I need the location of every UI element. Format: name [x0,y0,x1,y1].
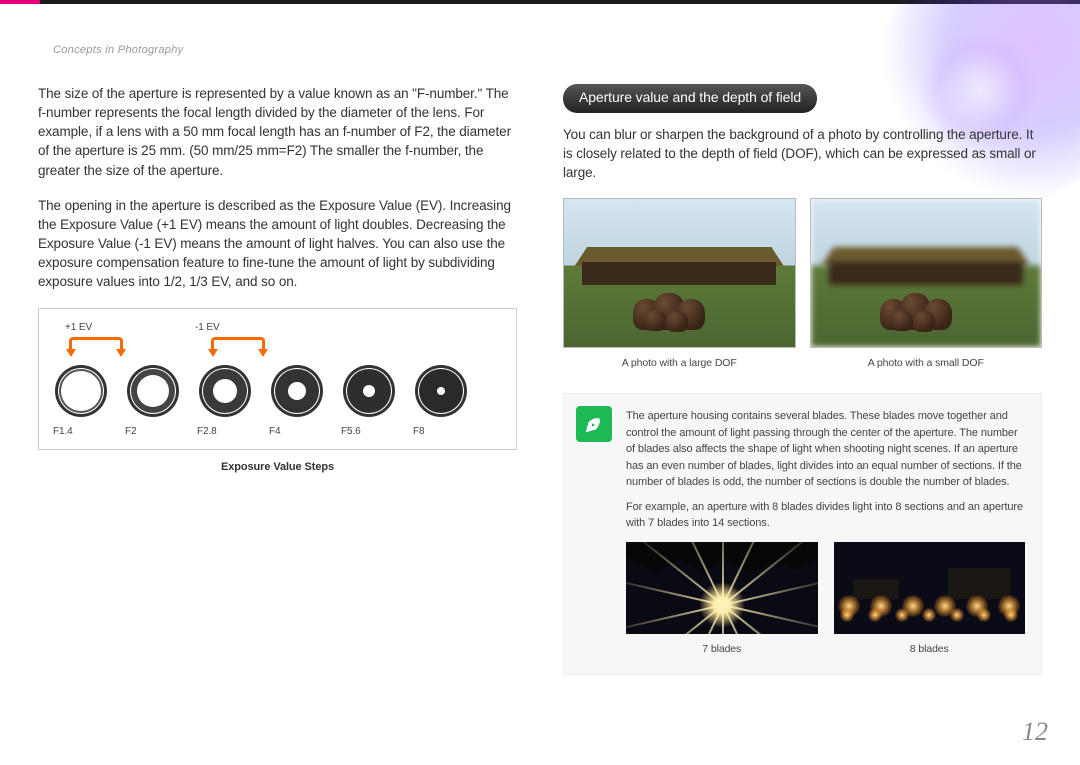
ev-arrow-brackets [53,337,502,357]
f-label-2: F2.8 [197,425,269,439]
small-dof-caption: A photo with a small DOF [810,356,1043,371]
aperture-icon-f5.6 [341,363,397,419]
eight-blades-caption: 8 blades [834,642,1026,658]
small-dof-photo [810,198,1043,348]
small-dof-block: A photo with a small DOF [810,198,1043,371]
seven-blades-block: 7 blades [626,542,818,658]
ev-minus-label: -1 EV [195,321,265,335]
aperture-icon-f4 [269,363,325,419]
page-number: 12 [1022,717,1048,747]
tip-paragraph-2: For example, an aperture with 8 blades d… [626,499,1025,532]
f-label-3: F4 [269,425,341,439]
f-label-0: F1.4 [53,425,125,439]
seven-blades-caption: 7 blades [626,642,818,658]
large-dof-photo [563,198,796,348]
aperture-blades-tipbox: The aperture housing contains several bl… [563,393,1042,674]
ev-top-labels: +1 EV -1 EV [53,321,502,335]
ev-plus-label: +1 EV [53,321,123,335]
dof-paragraph: You can blur or sharpen the background o… [563,125,1042,182]
f-label-1: F2 [125,425,197,439]
left-column: The size of the aperture is represented … [38,84,517,675]
ev-diagram-caption: Exposure Value Steps [38,460,517,476]
exposure-value-paragraph: The opening in the aperture is described… [38,196,517,292]
aperture-icon-f2.8 [197,363,253,419]
ev-minus-bracket-icon [211,337,265,349]
breadcrumb: Concepts in Photography [53,44,183,56]
aperture-icon-f8 [413,363,469,419]
ev-plus-bracket-icon [69,337,123,349]
pen-tip-icon [576,406,612,442]
tip-paragraph-1: The aperture housing contains several bl… [626,408,1025,491]
eight-blades-photo [834,542,1026,634]
dof-heading: Aperture value and the depth of field [563,84,817,113]
exposure-value-diagram: +1 EV -1 EV F1.4 F2 F2.8 F4 [38,308,517,450]
aperture-row [53,363,502,419]
f-label-5: F8 [413,425,485,439]
f-label-4: F5.6 [341,425,413,439]
eight-blades-block: 8 blades [834,542,1026,658]
seven-blades-photo [626,542,818,634]
aperture-icon-f1.4 [53,363,109,419]
f-stop-labels: F1.4 F2 F2.8 F4 F5.6 F8 [53,425,502,439]
aperture-icon-f2 [125,363,181,419]
large-dof-block: A photo with a large DOF [563,198,796,371]
large-dof-caption: A photo with a large DOF [563,356,796,371]
dof-photo-row: A photo with a large DOF A photo with a … [563,198,1042,371]
content-columns: The size of the aperture is represented … [38,84,1042,675]
aperture-size-paragraph: The size of the aperture is represented … [38,84,517,180]
night-photo-row: 7 blades 8 blades [626,542,1025,658]
right-column: Aperture value and the depth of field Yo… [563,84,1042,675]
top-bar-accent [0,0,40,4]
